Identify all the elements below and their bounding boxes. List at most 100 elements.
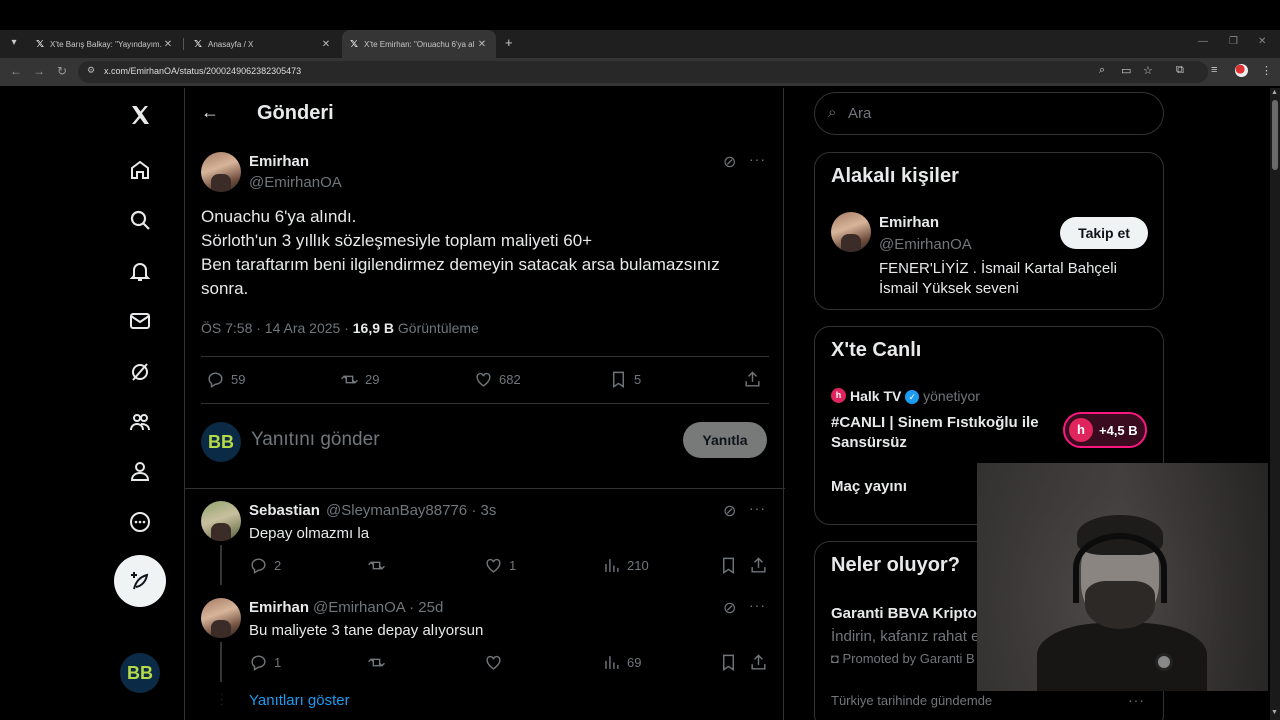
divider: [201, 403, 769, 404]
notifications-bell-icon[interactable]: [128, 259, 152, 283]
forward-arrow-icon[interactable]: →: [33, 64, 45, 78]
close-window-button[interactable]: ✕: [1258, 36, 1266, 47]
live-host[interactable]: Halk TV ✓ yönetiyor: [850, 388, 980, 405]
author-name[interactable]: Emirhan: [249, 153, 309, 170]
share-action[interactable]: [749, 556, 768, 575]
comment-text: Bu maliyete 3 tane depay alıyorsun: [249, 622, 484, 639]
reply-button[interactable]: Yanıtla: [683, 422, 767, 458]
show-replies-link[interactable]: Yanıtları göster: [249, 692, 350, 709]
grok-icon[interactable]: ⊘: [723, 152, 736, 172]
follow-button[interactable]: Takip et: [1060, 217, 1148, 249]
retweet-action[interactable]: [367, 556, 392, 575]
related-avatar[interactable]: [831, 212, 871, 252]
comment-avatar[interactable]: [201, 598, 241, 638]
reply-bubble-icon: [208, 372, 223, 388]
url-text[interactable]: x.com/EmirhanOA/status/20002490623823054…: [104, 66, 301, 76]
reply-action[interactable]: 2: [249, 556, 281, 575]
messages-envelope-icon[interactable]: [128, 309, 152, 333]
back-arrow-icon[interactable]: ←: [201, 102, 219, 123]
reply-action[interactable]: 59: [206, 370, 245, 389]
more-dots-icon[interactable]: ···: [749, 500, 766, 516]
reply-bubble-icon: [251, 655, 266, 671]
views-chart-icon: [605, 656, 619, 669]
comment-avatar[interactable]: [201, 501, 241, 541]
reload-icon[interactable]: ↻: [57, 64, 67, 78]
comment-author-handle[interactable]: @SleymanBay88776 · 3s: [326, 502, 496, 519]
bookmark-star-icon[interactable]: ☆: [1143, 64, 1153, 77]
retweet-action[interactable]: 29: [340, 370, 379, 389]
explore-search-icon[interactable]: [128, 208, 152, 232]
home-icon[interactable]: [128, 158, 152, 182]
views-action[interactable]: 210: [602, 556, 649, 575]
main-column: ← Gönderi Emirhan @EmirhanOA ⊘ ··· Onuac…: [184, 88, 785, 720]
browser-tab[interactable]: 𝕏 X'te Barış Balkay: "Yayındayım. l ✕: [28, 32, 182, 56]
like-action[interactable]: 1: [484, 556, 516, 575]
reply-action[interactable]: 1: [249, 653, 281, 672]
bookmark-action[interactable]: 5: [609, 370, 641, 389]
post-compose-button[interactable]: [114, 555, 166, 607]
trend-title[interactable]: Garanti BBVA Kripto: [831, 605, 977, 622]
retweet-action[interactable]: [367, 653, 392, 672]
like-action[interactable]: 682: [474, 370, 521, 389]
menu-icon[interactable]: ⋮: [1261, 64, 1272, 77]
minimize-button[interactable]: —: [1198, 36, 1208, 47]
views-action[interactable]: 69: [602, 653, 641, 672]
comment-author-name[interactable]: Emirhan: [249, 599, 309, 616]
tab-search-dropdown[interactable]: ▾: [5, 34, 23, 52]
grok-icon[interactable]: [128, 360, 152, 384]
profile-avatar-icon[interactable]: [1235, 64, 1248, 77]
panel-title: Neler oluyor?: [831, 554, 960, 576]
tweet-time[interactable]: ÖS 7:58 · 14 Ara 2025 ·: [201, 320, 353, 336]
scroll-down-icon[interactable]: ▼: [1271, 709, 1278, 716]
back-arrow-icon[interactable]: ←: [10, 64, 22, 78]
comment-author-handle[interactable]: @EmirhanOA · 25d: [313, 599, 443, 616]
more-dots-icon[interactable]: ···: [749, 597, 766, 613]
live-stream-title[interactable]: #CANLI | Sinem Fıstıkoğlu ile Sansürsüz: [831, 413, 1056, 453]
more-circle-icon[interactable]: [128, 510, 152, 534]
more-dots-icon[interactable]: ···: [749, 151, 766, 167]
close-icon[interactable]: ✕: [476, 39, 488, 50]
more-dots-icon[interactable]: ···: [1128, 692, 1145, 708]
site-info-icon[interactable]: ⚙: [87, 65, 95, 76]
author-handle[interactable]: @EmirhanOA: [249, 174, 342, 191]
grok-icon[interactable]: ⊘: [723, 598, 736, 618]
reply-input[interactable]: Yanıtını gönder: [251, 429, 380, 451]
related-name[interactable]: Emirhan: [879, 214, 939, 231]
new-tab-button[interactable]: +: [505, 35, 513, 50]
browser-tab[interactable]: 𝕏 Anasayfa / X ✕: [186, 32, 340, 56]
author-avatar[interactable]: [201, 152, 241, 192]
zoom-icon[interactable]: ⌕: [1099, 64, 1105, 77]
scrollbar-thumb[interactable]: [1272, 100, 1278, 170]
close-icon[interactable]: ✕: [162, 39, 174, 50]
browser-tab-active[interactable]: 𝕏 X'te Emirhan: "Onuachu 6'ya al ✕: [342, 30, 496, 58]
scroll-up-icon[interactable]: ▲: [1271, 89, 1278, 96]
share-action[interactable]: [743, 370, 762, 389]
tweet-meta: ÖS 7:58 · 14 Ara 2025 · 16,9 B Görüntüle…: [201, 320, 479, 336]
communities-icon[interactable]: [128, 410, 152, 434]
halk-tv-logo-icon: h: [1069, 418, 1093, 442]
composer-avatar[interactable]: BB: [201, 422, 241, 462]
close-icon[interactable]: ✕: [320, 39, 332, 50]
bookmark-action[interactable]: [719, 556, 738, 575]
cast-icon[interactable]: ▭: [1121, 64, 1131, 77]
maximize-button[interactable]: ❐: [1229, 36, 1238, 47]
profile-person-icon[interactable]: [128, 459, 152, 483]
left-navigation: BB: [110, 88, 184, 720]
heart-icon: [486, 655, 501, 670]
retweet-icon: [368, 561, 385, 570]
x-logo-icon[interactable]: [128, 103, 152, 127]
media-icon[interactable]: ≡: [1211, 64, 1217, 76]
live-second-item[interactable]: Maç yayını: [831, 478, 907, 495]
panel-title: X'te Canlı: [831, 339, 922, 361]
extensions-icon[interactable]: ⧉: [1176, 64, 1184, 77]
like-action[interactable]: [484, 653, 509, 672]
bookmark-action[interactable]: [719, 653, 738, 672]
live-listeners-badge[interactable]: h +4,5 B: [1063, 412, 1147, 448]
comment-author-name[interactable]: Sebastian: [249, 502, 320, 519]
related-handle[interactable]: @EmirhanOA: [879, 236, 972, 253]
thread-dots: · · ·: [220, 689, 224, 710]
account-avatar[interactable]: BB: [120, 653, 160, 693]
grok-icon[interactable]: ⊘: [723, 501, 736, 521]
scrollbar[interactable]: [1270, 88, 1280, 720]
share-action[interactable]: [749, 653, 768, 672]
